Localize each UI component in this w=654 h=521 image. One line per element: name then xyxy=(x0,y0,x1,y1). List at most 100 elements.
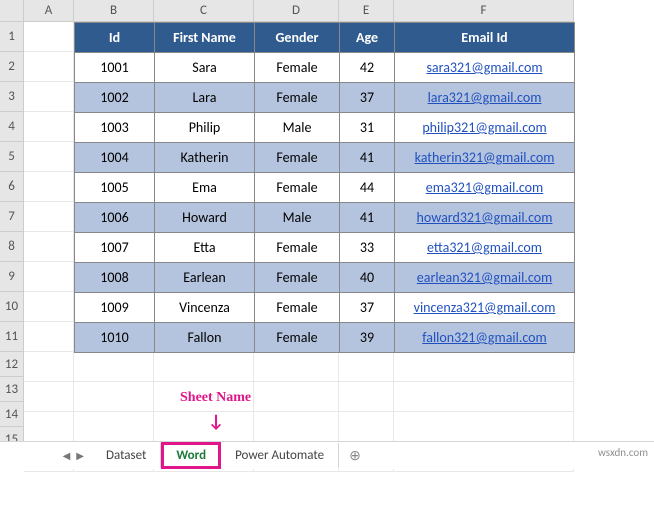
row-header-11[interactable]: 11 xyxy=(0,322,24,352)
data-table: Id First Name Gender Age Email Id 1001Sa… xyxy=(74,22,575,353)
table-row: 1004KatherinFemale41 katherin321@gmail.co… xyxy=(75,143,575,173)
cell-gender[interactable]: Female xyxy=(255,173,340,203)
cell-id[interactable]: 1010 xyxy=(75,323,155,353)
annotation-arrow-icon: ↓ xyxy=(208,410,224,432)
cell-age[interactable]: 44 xyxy=(340,173,395,203)
email-link[interactable]: etta321@gmail.com xyxy=(427,239,542,256)
row-header-3[interactable]: 3 xyxy=(0,82,24,112)
email-link[interactable]: sara321@gmail.com xyxy=(426,59,542,76)
row-header-14[interactable]: 14 xyxy=(0,402,24,427)
cell-email[interactable]: ema321@gmail.com xyxy=(395,173,575,203)
cell-id[interactable]: 1004 xyxy=(75,143,155,173)
cell-gender[interactable]: Female xyxy=(255,323,340,353)
cell-first[interactable]: Sara xyxy=(155,53,255,83)
cell-email[interactable]: vincenza321@gmail.com xyxy=(395,293,575,323)
cell-age[interactable]: 31 xyxy=(340,113,395,143)
row-header-2[interactable]: 2 xyxy=(0,52,24,82)
table-row: 1003PhilipMale31 philip321@gmail.com xyxy=(75,113,575,143)
cell-first[interactable]: Lara xyxy=(155,83,255,113)
cell-first[interactable]: Earlean xyxy=(155,263,255,293)
cell-age[interactable]: 40 xyxy=(340,263,395,293)
email-link[interactable]: ema321@gmail.com xyxy=(426,179,543,196)
cell-gender[interactable]: Female xyxy=(255,53,340,83)
cell-email[interactable]: katherin321@gmail.com xyxy=(395,143,575,173)
cell-first[interactable]: Vincenza xyxy=(155,293,255,323)
cell-gender[interactable]: Female xyxy=(255,143,340,173)
cell-first[interactable]: Katherin xyxy=(155,143,255,173)
col-header-d[interactable]: D xyxy=(254,0,339,22)
cell-first[interactable]: Howard xyxy=(155,203,255,233)
cell-age[interactable]: 37 xyxy=(340,83,395,113)
th-id[interactable]: Id xyxy=(75,23,155,53)
cell-age[interactable]: 41 xyxy=(340,203,395,233)
row-header-8[interactable]: 8 xyxy=(0,232,24,262)
email-link[interactable]: fallon321@gmail.com xyxy=(422,329,546,346)
th-first[interactable]: First Name xyxy=(155,23,255,53)
cell-first[interactable]: Ema xyxy=(155,173,255,203)
tab-word[interactable]: Word xyxy=(161,442,221,469)
cell-gender[interactable]: Male xyxy=(255,113,340,143)
row-header-10[interactable]: 10 xyxy=(0,292,24,322)
select-all-corner[interactable] xyxy=(0,0,24,22)
cell-id[interactable]: 1006 xyxy=(75,203,155,233)
th-gender[interactable]: Gender xyxy=(255,23,340,53)
email-link[interactable]: lara321@gmail.com xyxy=(428,89,542,106)
row-header-1[interactable]: 1 xyxy=(0,22,24,52)
col-header-f[interactable]: F xyxy=(394,0,574,22)
cell-gender[interactable]: Female xyxy=(255,293,340,323)
cell-id[interactable]: 1007 xyxy=(75,233,155,263)
cell-first[interactable]: Philip xyxy=(155,113,255,143)
row-header-4[interactable]: 4 xyxy=(0,112,24,142)
tab-nav-buttons[interactable]: ◀ ▶ xyxy=(0,449,92,462)
row-header-7[interactable]: 7 xyxy=(0,202,24,232)
cell-id[interactable]: 1009 xyxy=(75,293,155,323)
th-age[interactable]: Age xyxy=(340,23,395,53)
cell-email[interactable]: howard321@gmail.com xyxy=(395,203,575,233)
cell-age[interactable]: 37 xyxy=(340,293,395,323)
left-column: 123456789101112131415 xyxy=(0,0,24,451)
table-row: 1001SaraFemale42 sara321@gmail.com xyxy=(75,53,575,83)
email-link[interactable]: philip321@gmail.com xyxy=(422,119,546,136)
cell-first[interactable]: Etta xyxy=(155,233,255,263)
cell-id[interactable]: 1003 xyxy=(75,113,155,143)
cell-gender[interactable]: Male xyxy=(255,203,340,233)
cell-gender[interactable]: Female xyxy=(255,83,340,113)
row-header-13[interactable]: 13 xyxy=(0,377,24,402)
cell-id[interactable]: 1005 xyxy=(75,173,155,203)
col-header-a[interactable]: A xyxy=(24,0,74,22)
cell-email[interactable]: etta321@gmail.com xyxy=(395,233,575,263)
cell-age[interactable]: 41 xyxy=(340,143,395,173)
cell-age[interactable]: 42 xyxy=(340,53,395,83)
tab-nav-next-icon[interactable]: ▶ xyxy=(76,449,84,462)
cell-id[interactable]: 1008 xyxy=(75,263,155,293)
cell-age[interactable]: 39 xyxy=(340,323,395,353)
cell-email[interactable]: lara321@gmail.com xyxy=(395,83,575,113)
row-header-12[interactable]: 12 xyxy=(0,352,24,377)
cell-email[interactable]: philip321@gmail.com xyxy=(395,113,575,143)
th-email[interactable]: Email Id xyxy=(395,23,575,53)
cell-email[interactable]: earlean321@gmail.com xyxy=(395,263,575,293)
col-header-c[interactable]: C xyxy=(154,0,254,22)
cell-gender[interactable]: Female xyxy=(255,233,340,263)
tab-dataset[interactable]: Dataset xyxy=(92,443,161,468)
email-link[interactable]: howard321@gmail.com xyxy=(417,209,553,226)
email-link[interactable]: katherin321@gmail.com xyxy=(415,149,555,166)
cell-age[interactable]: 33 xyxy=(340,233,395,263)
col-header-b[interactable]: B xyxy=(74,0,154,22)
email-link[interactable]: earlean321@gmail.com xyxy=(417,269,552,286)
row-header-9[interactable]: 9 xyxy=(0,262,24,292)
cell-email[interactable]: fallon321@gmail.com xyxy=(395,323,575,353)
cell-email[interactable]: sara321@gmail.com xyxy=(395,53,575,83)
cell-first[interactable]: Fallon xyxy=(155,323,255,353)
tab-power-automate[interactable]: Power Automate xyxy=(221,443,339,468)
table-body: 1001SaraFemale42sara321@gmail.com1002Lar… xyxy=(75,53,575,353)
cell-gender[interactable]: Female xyxy=(255,263,340,293)
col-header-e[interactable]: E xyxy=(339,0,394,22)
row-header-6[interactable]: 6 xyxy=(0,172,24,202)
cell-id[interactable]: 1002 xyxy=(75,83,155,113)
row-header-5[interactable]: 5 xyxy=(0,142,24,172)
add-sheet-button[interactable]: ⊕ xyxy=(339,443,371,468)
email-link[interactable]: vincenza321@gmail.com xyxy=(414,299,556,316)
cell-id[interactable]: 1001 xyxy=(75,53,155,83)
tab-nav-prev-icon[interactable]: ◀ xyxy=(63,449,71,462)
